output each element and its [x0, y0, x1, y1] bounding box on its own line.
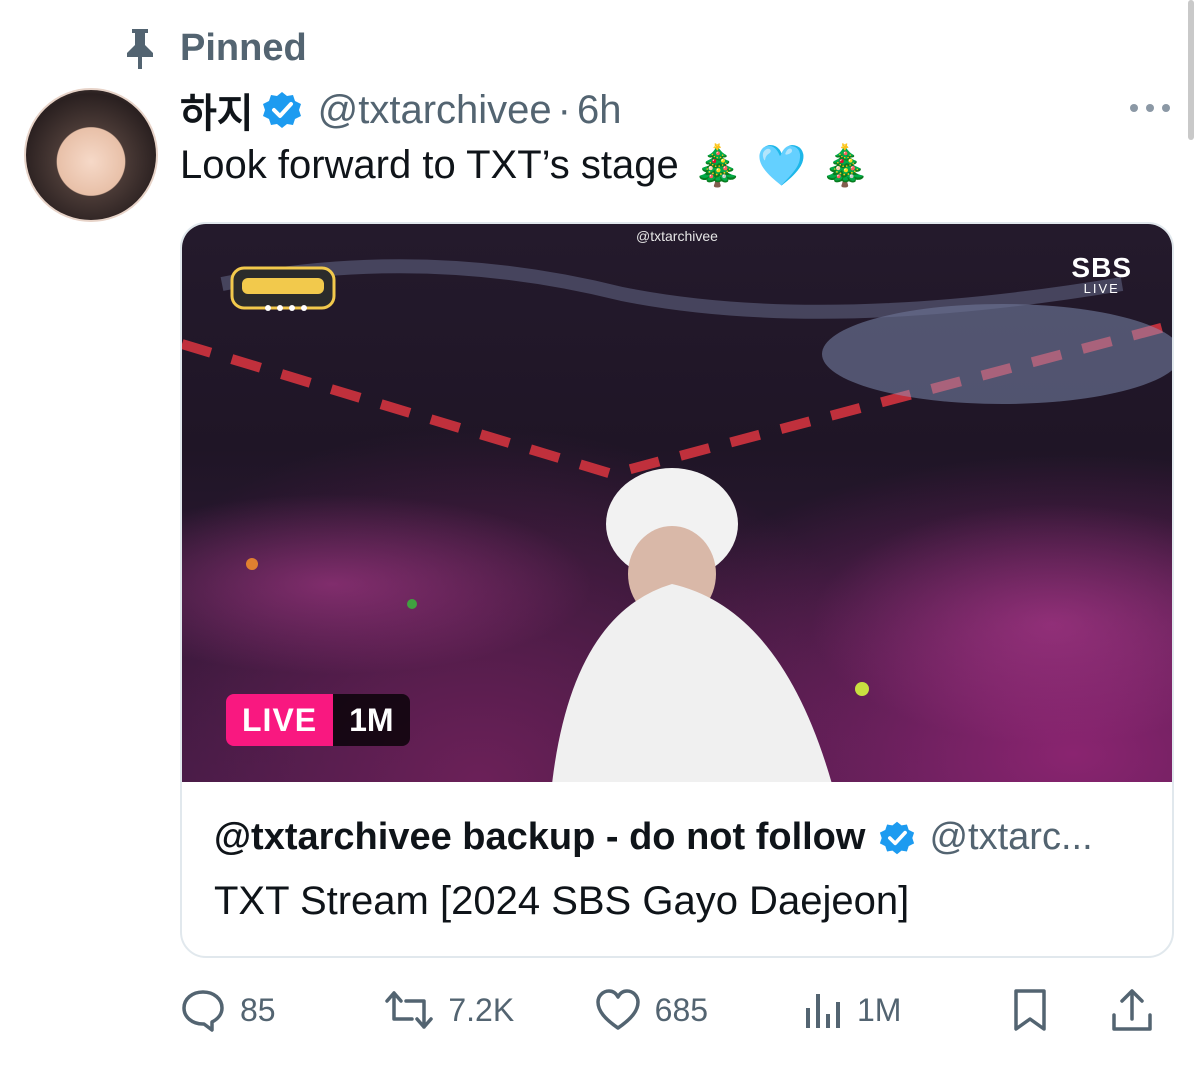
card-meta[interactable]: @txtarchivee backup - do not follow @txt… — [182, 782, 1172, 924]
share-button[interactable] — [1110, 987, 1170, 1033]
repost-count: 7.2K — [448, 991, 515, 1028]
christmas-tree-emoji: 🎄 — [820, 144, 871, 188]
repost-icon — [385, 991, 434, 1029]
live-viewer-count: 1M — [333, 694, 410, 746]
pin-icon — [120, 24, 160, 72]
verified-badge-icon — [262, 92, 301, 128]
author-handle[interactable]: @txtarchivee — [318, 88, 552, 133]
broadcaster-name: SBS — [1071, 252, 1132, 283]
reply-count: 85 — [240, 991, 276, 1028]
separator-dot: · — [557, 87, 571, 132]
views-button[interactable]: 1M — [803, 988, 1011, 1032]
video-watermark: @txtarchivee — [636, 228, 718, 244]
reply-icon — [182, 990, 224, 1032]
pinned-indicator: Pinned — [120, 24, 307, 72]
embedded-broadcast-card[interactable]: @txtarchivee SBS LIVE LIVE 1M @txtarchiv… — [180, 222, 1174, 958]
light-blue-heart-emoji: 🩵 — [756, 144, 807, 188]
tweet-actions: 85 7.2K 685 1M — [180, 986, 1170, 1034]
christmas-tree-emoji: 🎄 — [692, 144, 743, 188]
tweet-body: Look forward to TXT’s stage — [180, 143, 679, 187]
bookmark-button[interactable] — [1011, 987, 1110, 1033]
scrollbar[interactable] — [1188, 0, 1194, 140]
card-title: TXT Stream [2024 SBS Gayo Daejeon] — [214, 879, 910, 923]
verified-badge-icon — [880, 821, 915, 854]
broadcaster-sub: LIVE — [1083, 281, 1120, 296]
share-icon — [1112, 989, 1153, 1031]
card-source-name: @txtarchivee backup - do not follow — [214, 816, 866, 858]
broadcaster-logo: SBS LIVE — [1071, 252, 1132, 296]
like-count: 685 — [654, 991, 709, 1028]
avatar[interactable] — [24, 88, 158, 222]
repost-button[interactable]: 7.2K — [384, 987, 594, 1033]
timestamp[interactable]: 6h — [577, 88, 622, 133]
card-source-handle: @txtarc... — [929, 816, 1093, 858]
more-options-icon[interactable] — [1130, 100, 1170, 116]
heart-icon — [595, 989, 640, 1030]
tweet-header: 하지 @txtarchivee · 6h — [180, 81, 622, 139]
pinned-label: Pinned — [180, 26, 307, 69]
live-video-thumbnail[interactable]: @txtarchivee SBS LIVE LIVE 1M — [182, 224, 1172, 782]
gayo-daejeon-logo — [230, 266, 336, 311]
live-label: LIVE — [226, 694, 334, 746]
bookmark-icon — [1014, 989, 1047, 1031]
views-chart-icon — [805, 994, 840, 1028]
live-badge: LIVE 1M — [226, 694, 410, 746]
view-count: 1M — [856, 991, 902, 1028]
reply-button[interactable]: 85 — [180, 987, 384, 1033]
like-button[interactable]: 685 — [595, 988, 803, 1032]
card-source: @txtarchivee backup - do not follow @txt… — [214, 816, 1140, 859]
tweet-text: Look forward to TXT’s stage 🎄 🩵 🎄 — [180, 142, 870, 189]
display-name[interactable]: 하지 — [180, 81, 254, 139]
